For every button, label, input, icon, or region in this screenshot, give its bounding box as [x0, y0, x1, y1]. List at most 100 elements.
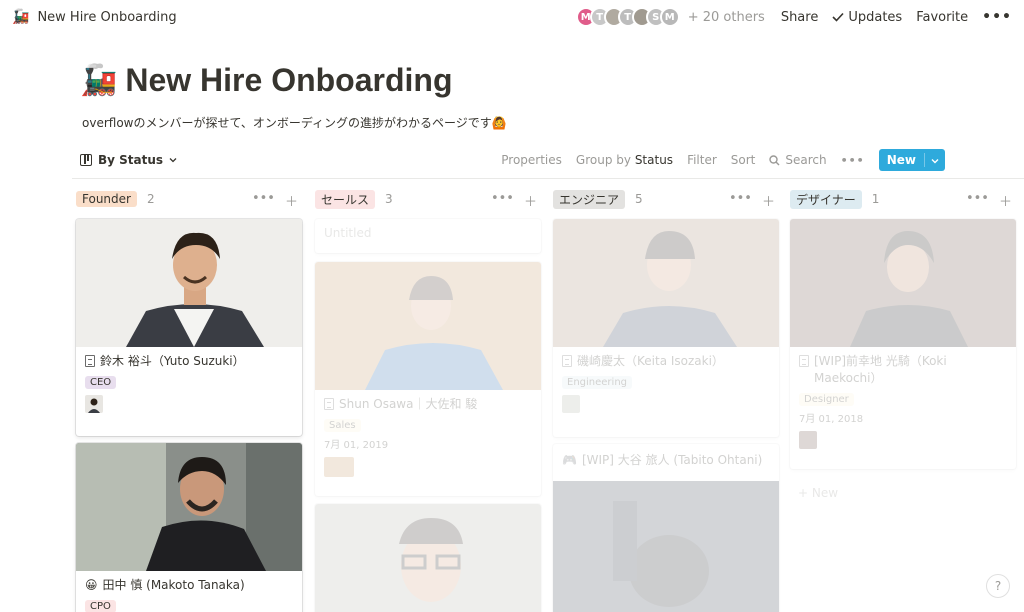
page-description[interactable]: overflowのメンバーが探せて、オンボーディングの進捗がわかるページです🙆 [82, 114, 507, 131]
add-card-icon[interactable]: ＋ [999, 191, 1012, 210]
card-date: 7月 01, 2019 [324, 440, 389, 451]
add-card-icon[interactable]: ＋ [524, 191, 537, 210]
column-tag[interactable]: セールス [315, 189, 376, 209]
board-card[interactable] [315, 504, 541, 612]
board-card[interactable]: [WIP]前幸地 光騎（Koki Maekochi） Designer 7月 0… [790, 219, 1016, 469]
card-emoji: 🎮 [562, 453, 577, 467]
page-icon[interactable]: 🚂 [80, 63, 117, 98]
card-cover-image [76, 219, 302, 347]
person-photo [76, 219, 302, 347]
column-more-icon[interactable]: ••• [491, 191, 514, 210]
page-icon [324, 398, 334, 410]
board-column-engineer: エンジニア 5 ••• ＋ [553, 188, 779, 210]
card-cover-image [553, 219, 779, 347]
new-button[interactable]: New [878, 149, 945, 171]
page-icon [85, 355, 95, 367]
board-card[interactable]: 鈴木 裕斗（Yuto Suzuki） CEO [76, 219, 302, 436]
add-new-card[interactable]: + New [798, 486, 838, 500]
column-tag[interactable]: Founder [76, 191, 137, 207]
board-card[interactable]: 磯崎慶太（Keita Isozaki） Engineering [553, 219, 779, 437]
card-thumbnail [85, 395, 103, 413]
column-tag[interactable]: エンジニア [553, 189, 626, 209]
column-count: 1 [871, 192, 880, 206]
column-more-icon[interactable]: ••• [966, 191, 989, 210]
card-cover-image [76, 443, 302, 571]
board-column-founder: Founder 2 ••• ＋ [76, 188, 302, 210]
role-tag: CPO [85, 600, 116, 612]
card-title: 磯崎慶太（Keita Isozaki） [577, 354, 724, 368]
search-label: Search [785, 153, 827, 167]
new-dropdown-caret[interactable] [925, 153, 945, 167]
properties-button[interactable]: Properties [501, 153, 562, 167]
card-cover-image [315, 262, 541, 390]
board-card[interactable]: Untitled [315, 219, 541, 253]
group-by-label: Group by [575, 153, 631, 167]
board-column-designer: デザイナー 1 ••• ＋ [790, 188, 1016, 210]
toolbar-divider [72, 178, 1024, 179]
more-icon[interactable]: ••• [982, 9, 1012, 25]
top-bar: 🚂 New Hire Onboarding M T T S M + 20 oth… [0, 0, 1024, 36]
column-more-icon[interactable]: ••• [252, 191, 275, 210]
chevron-down-icon [931, 159, 939, 164]
board-card[interactable]: 😀 田中 慎 (Makoto Tanaka) CPO [76, 443, 302, 612]
favorite-button[interactable]: Favorite [916, 10, 968, 25]
card-cover-image [315, 504, 541, 612]
avatar[interactable]: M [659, 7, 680, 27]
column-tag[interactable]: デザイナー [790, 189, 862, 209]
updates-button[interactable]: Updates [832, 10, 902, 25]
role-tag: Sales [324, 419, 361, 432]
page-icon [799, 355, 809, 367]
card-date: 7月 01, 2018 [799, 414, 864, 425]
person-photo [315, 504, 541, 612]
train-icon: 🚂 [12, 9, 30, 25]
card-thumbnail [799, 431, 817, 449]
search-icon [769, 154, 780, 165]
board-view-icon [80, 154, 92, 166]
board-card[interactable]: Shun Osawa｜大佐和 駿 Sales 7月 01, 2019 [315, 262, 541, 496]
search-button[interactable]: Search [769, 153, 827, 167]
view-selector[interactable]: By Status [80, 153, 177, 167]
view-more-icon[interactable]: ••• [841, 154, 865, 167]
group-by-button[interactable]: Group by Status [576, 153, 673, 167]
card-thumbnail [324, 457, 354, 477]
column-count: 5 [635, 192, 643, 206]
page-icon [562, 355, 572, 367]
person-photo [76, 443, 302, 571]
new-button-label: New [879, 153, 925, 167]
add-card-icon[interactable]: ＋ [285, 191, 298, 210]
breadcrumb-title[interactable]: New Hire Onboarding [37, 10, 176, 25]
view-toolbar: By Status Properties Group by Status Fil… [80, 148, 945, 172]
role-tag: Engineering [562, 376, 632, 389]
card-title: 鈴木 裕斗（Yuto Suzuki） [100, 354, 245, 368]
group-by-value: Status [634, 153, 674, 167]
card-title: Shun Osawa｜大佐和 駿 [339, 397, 478, 411]
role-tag: CEO [85, 376, 117, 389]
add-card-icon[interactable]: ＋ [762, 191, 775, 210]
breadcrumb[interactable]: 🚂 New Hire Onboarding [12, 9, 177, 25]
board-column-sales: セールス 3 ••• ＋ [315, 188, 541, 210]
others-count[interactable]: + 20 others [688, 10, 765, 25]
page-header: 🚂 New Hire Onboarding [80, 62, 453, 99]
card-cover-image [790, 219, 1016, 347]
collaborator-avatars[interactable]: M T T S M [575, 7, 680, 27]
column-count: 3 [385, 192, 393, 206]
card-emoji: 😀 [85, 578, 98, 592]
filter-button[interactable]: Filter [687, 153, 717, 167]
page-title[interactable]: New Hire Onboarding [125, 62, 452, 99]
card-title: 田中 慎 (Makoto Tanaka) [102, 578, 245, 592]
updates-label: Updates [848, 9, 903, 25]
person-photo [553, 219, 779, 347]
help-button[interactable]: ? [986, 574, 1010, 598]
sort-button[interactable]: Sort [731, 153, 756, 167]
card-title: [WIP]前幸地 光騎（Koki Maekochi） [814, 354, 947, 385]
person-photo [790, 219, 1016, 347]
column-more-icon[interactable]: ••• [729, 191, 752, 210]
role-tag: Designer [799, 393, 854, 406]
share-button[interactable]: Share [781, 10, 819, 25]
card-thumbnail [562, 395, 580, 413]
view-name: By Status [98, 153, 164, 167]
check-icon [832, 12, 844, 22]
board-card[interactable]: 🎮 [WIP] 大谷 旅人 (Tabito Ohtani) [553, 444, 779, 612]
chevron-down-icon [169, 158, 177, 163]
card-cover-image [553, 481, 779, 612]
